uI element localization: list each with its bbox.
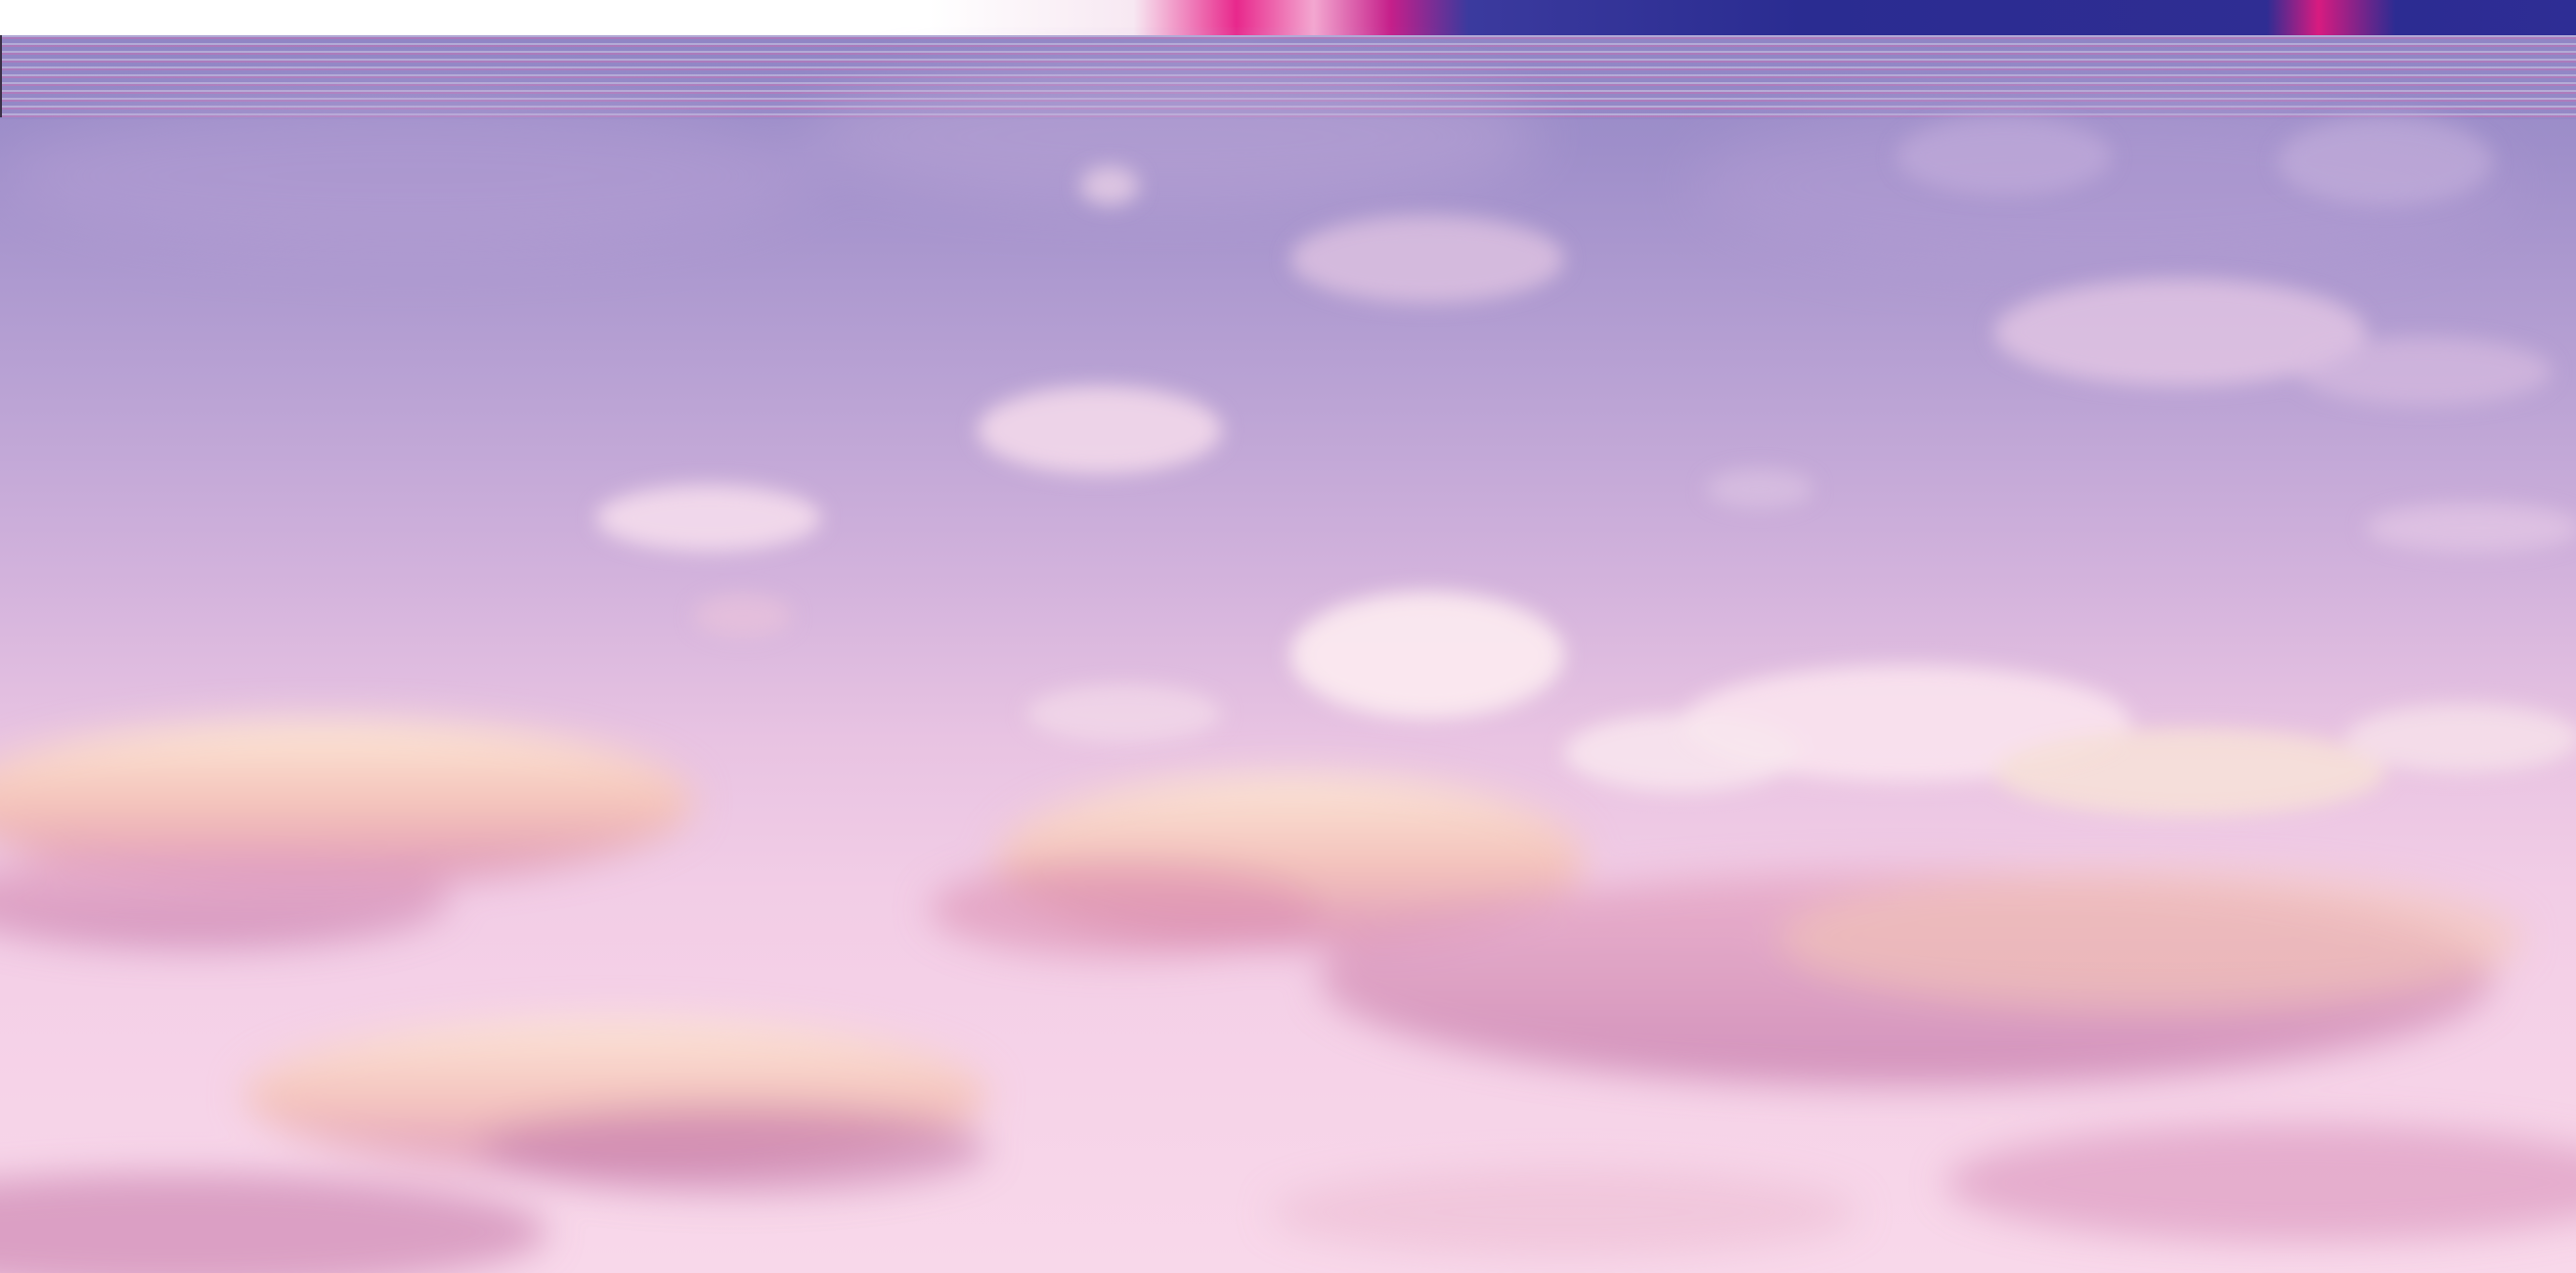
sky-photo	[0, 0, 2576, 1273]
upper-haze	[0, 68, 2512, 274]
clouds-layer	[0, 68, 2576, 1273]
